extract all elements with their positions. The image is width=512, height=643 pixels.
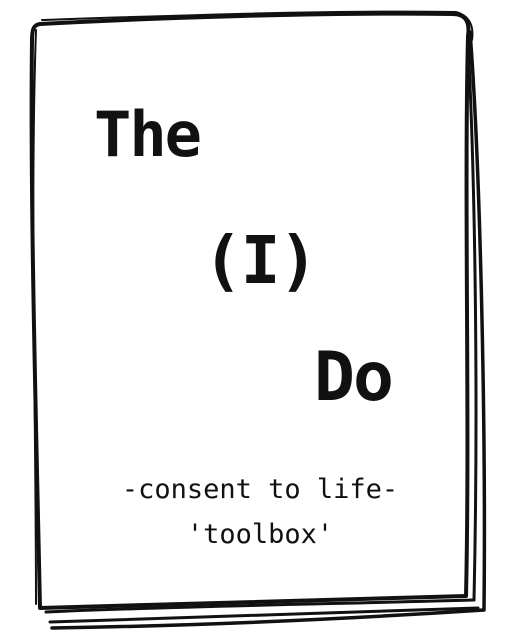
subtitle-line-toolbox: 'toolbox' <box>186 519 334 550</box>
book-cover-illustration: The (I) Do -consent to life- 'toolbox' <box>0 0 512 643</box>
subtitle-line-consent: -consent to life- <box>121 474 399 505</box>
title-word-i: (I) <box>203 222 318 299</box>
title-word-the: The <box>94 98 202 171</box>
title-word-do: Do <box>314 338 394 417</box>
